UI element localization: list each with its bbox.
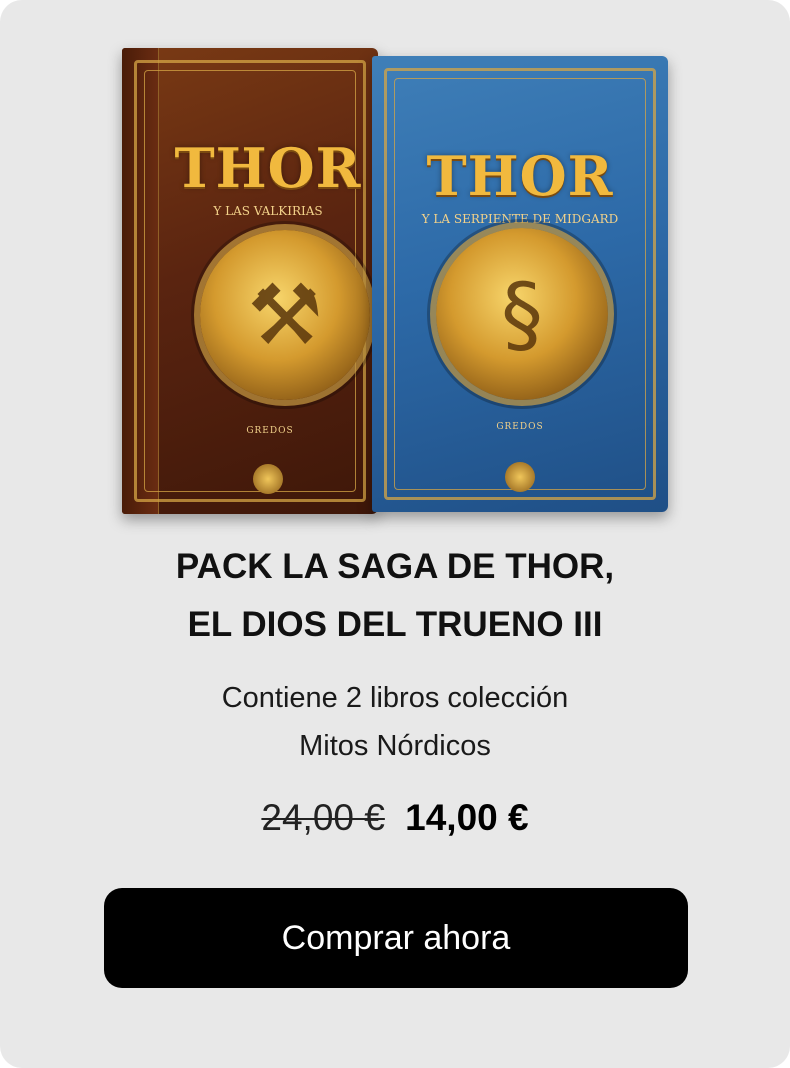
book-title: THOR xyxy=(174,136,362,200)
old-price: 24,00 € xyxy=(261,797,385,838)
badge-icon xyxy=(253,464,283,494)
book-subtitle: Y LAS VALKIRIAS xyxy=(213,204,323,218)
buy-now-button[interactable]: Comprar ahora xyxy=(104,888,688,988)
product-description: Contiene 2 libros colección Mitos Nórdic… xyxy=(0,674,790,770)
medallion: § xyxy=(436,228,608,400)
book-subtitle: Y LA SERPIENTE DE MIDGARD xyxy=(421,212,619,226)
product-description-line: Contiene 2 libros colección xyxy=(221,682,569,714)
book-cover-midgard: THOR Y LA SERPIENTE DE MIDGARD § GREDOS xyxy=(372,56,668,512)
book-publisher: GREDOS xyxy=(496,422,544,432)
book-cover-valkirias: THOR Y LAS VALKIRIAS ⚒ GREDOS xyxy=(122,48,378,514)
product-title-line: EL DIOS DEL TRUENO III xyxy=(187,605,603,644)
book-title: THOR xyxy=(426,144,614,208)
product-title: PACK LA SAGA DE THOR, EL DIOS DEL TRUENO… xyxy=(0,538,790,654)
new-price: 14,00 € xyxy=(405,797,529,838)
product-title-line: PACK LA SAGA DE THOR, xyxy=(175,547,615,586)
product-description-line: Mitos Nórdicos xyxy=(299,730,491,762)
book-publisher: GREDOS xyxy=(246,426,294,436)
product-card: THOR Y LAS VALKIRIAS ⚒ GREDOS THOR Y LA … xyxy=(0,0,790,1068)
medallion: ⚒ xyxy=(200,230,370,400)
hammer-emblem-icon: ⚒ xyxy=(247,266,323,364)
product-image[interactable]: THOR Y LAS VALKIRIAS ⚒ GREDOS THOR Y LA … xyxy=(118,44,674,518)
serpent-emblem-icon: § xyxy=(501,265,543,363)
price-row: 24,00 € 14,00 € xyxy=(0,794,790,842)
badge-icon xyxy=(505,462,535,492)
